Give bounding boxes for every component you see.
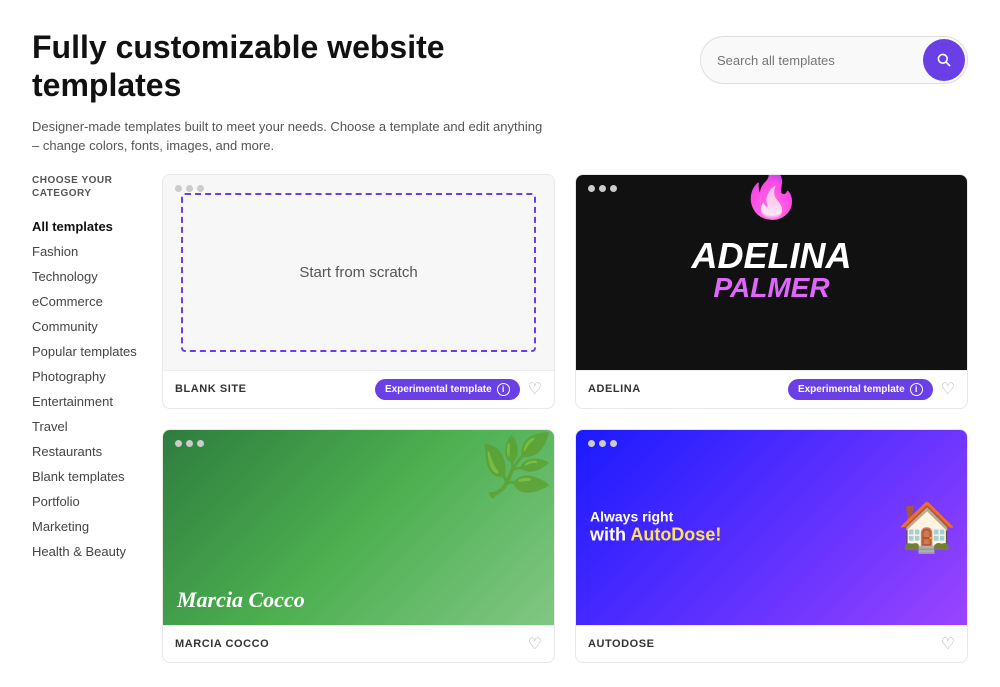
sidebar: CHOOSE YOUR CATEGORY All templates Fashi… (32, 174, 162, 663)
sidebar-item-entertainment[interactable]: Entertainment (32, 389, 146, 414)
dot-3 (610, 185, 617, 192)
card-image-autodose: Always right with AutoDose! 🏠 (576, 430, 967, 625)
badge-label-blank: Experimental template (385, 384, 492, 395)
marcia-name: Marcia Cocco (177, 587, 305, 613)
sidebar-item-popular-templates[interactable]: Popular templates (32, 339, 146, 364)
search-icon (936, 52, 952, 68)
favorite-button-blank[interactable]: ♡ (528, 379, 542, 399)
card-image-adelina: 🔥 ADELINA Palmer (576, 175, 967, 370)
card-footer-blank-site: BLANK SITE Experimental template i ♡ (163, 370, 554, 408)
card-image-blank-site: Start from scratch (163, 175, 554, 370)
experimental-badge-adelina[interactable]: Experimental template i (788, 379, 933, 400)
adelina-text-block: ADELINA Palmer (692, 240, 852, 304)
card-name-blank-site: BLANK SITE (175, 383, 247, 395)
badge-label-adelina: Experimental template (798, 384, 905, 395)
header-left: Fully customizable website templates Des… (32, 28, 552, 156)
dot-1 (588, 440, 595, 447)
sidebar-item-health-beauty[interactable]: Health & Beauty (32, 539, 146, 564)
card-dots (175, 185, 204, 192)
dot-1 (175, 440, 182, 447)
dot-2 (186, 185, 193, 192)
flame-decor: 🔥 (742, 175, 802, 222)
search-button[interactable] (923, 39, 965, 81)
autodose-bg: Always right with AutoDose! 🏠 (576, 430, 967, 625)
card-name-autodose: AUTODOSE (588, 638, 655, 650)
card-image-marcia: 🌿 Marcia Cocco (163, 430, 554, 625)
sidebar-item-photography[interactable]: Photography (32, 364, 146, 389)
dot-2 (599, 185, 606, 192)
leaf-decor: 🌿 (479, 430, 554, 501)
header: Fully customizable website templates Des… (0, 0, 1000, 174)
sidebar-item-restaurants[interactable]: Restaurants (32, 439, 146, 464)
page-wrapper: Fully customizable website templates Des… (0, 0, 1000, 687)
sidebar-item-community[interactable]: Community (32, 314, 146, 339)
header-right (700, 36, 968, 84)
card-name-marcia: MARCIA COCCO (175, 638, 269, 650)
dot-1 (588, 185, 595, 192)
autodose-line3: AutoDose! (630, 525, 721, 545)
autodose-line2: with AutoDose! (590, 525, 721, 546)
page-subtitle: Designer-made templates built to meet yo… (32, 117, 552, 156)
dot-2 (186, 440, 193, 447)
adelina-title: ADELINA (692, 240, 852, 272)
content-area: CHOOSE YOUR CATEGORY All templates Fashi… (0, 174, 1000, 687)
experimental-badge-blank[interactable]: Experimental template i (375, 379, 520, 400)
dot-3 (197, 440, 204, 447)
marcia-bg: 🌿 Marcia Cocco (163, 430, 554, 625)
card-footer-marcia: MARCIA COCCO ♡ (163, 625, 554, 662)
dot-3 (610, 440, 617, 447)
autodose-text-block: Always right with AutoDose! (590, 509, 721, 546)
marcia-text-block: Marcia Cocco (177, 587, 305, 613)
favorite-button-adelina[interactable]: ♡ (941, 379, 955, 399)
adelina-bg: 🔥 ADELINA Palmer (576, 175, 967, 370)
blank-site-label: Start from scratch (299, 264, 417, 281)
sidebar-item-technology[interactable]: Technology (32, 264, 146, 289)
card-footer-adelina: ADELINA Experimental template i ♡ (576, 370, 967, 408)
sidebar-item-blank-templates[interactable]: Blank templates (32, 464, 146, 489)
template-card-autodose[interactable]: Always right with AutoDose! 🏠 AUTODOSE ♡ (575, 429, 968, 663)
card-footer-autodose: AUTODOSE ♡ (576, 625, 967, 662)
badge-info-icon-adelina: i (910, 383, 923, 396)
card-dots-adelina (588, 185, 617, 192)
dot-2 (599, 440, 606, 447)
favorite-button-marcia[interactable]: ♡ (528, 634, 542, 654)
favorite-button-autodose[interactable]: ♡ (941, 634, 955, 654)
sidebar-item-portfolio[interactable]: Portfolio (32, 489, 146, 514)
card-dots-autodose (588, 440, 617, 447)
template-card-adelina[interactable]: 🔥 ADELINA Palmer ADELINA Experimental te… (575, 174, 968, 409)
sidebar-item-all-templates[interactable]: All templates (32, 214, 146, 239)
sidebar-item-ecommerce[interactable]: eCommerce (32, 289, 146, 314)
template-card-blank-site[interactable]: Start from scratch BLANK SITE Experiment… (162, 174, 555, 409)
page-title: Fully customizable website templates (32, 28, 552, 105)
dot-1 (175, 185, 182, 192)
adelina-sub: Palmer (692, 272, 852, 304)
templates-main: Start from scratch BLANK SITE Experiment… (162, 174, 968, 663)
appliance-decor: 🏠 (897, 499, 957, 556)
dot-3 (197, 185, 204, 192)
sidebar-item-fashion[interactable]: Fashion (32, 239, 146, 264)
category-label: CHOOSE YOUR CATEGORY (32, 174, 146, 200)
card-name-adelina: ADELINA (588, 383, 641, 395)
sidebar-item-travel[interactable]: Travel (32, 414, 146, 439)
card-dots-marcia (175, 440, 204, 447)
autodose-line1: Always right (590, 509, 721, 525)
search-bar (700, 36, 968, 84)
search-input[interactable] (701, 43, 921, 78)
sidebar-item-marketing[interactable]: Marketing (32, 514, 146, 539)
badge-info-icon: i (497, 383, 510, 396)
templates-grid: Start from scratch BLANK SITE Experiment… (162, 174, 968, 663)
template-card-marcia[interactable]: 🌿 Marcia Cocco MARCIA COCCO ♡ (162, 429, 555, 663)
